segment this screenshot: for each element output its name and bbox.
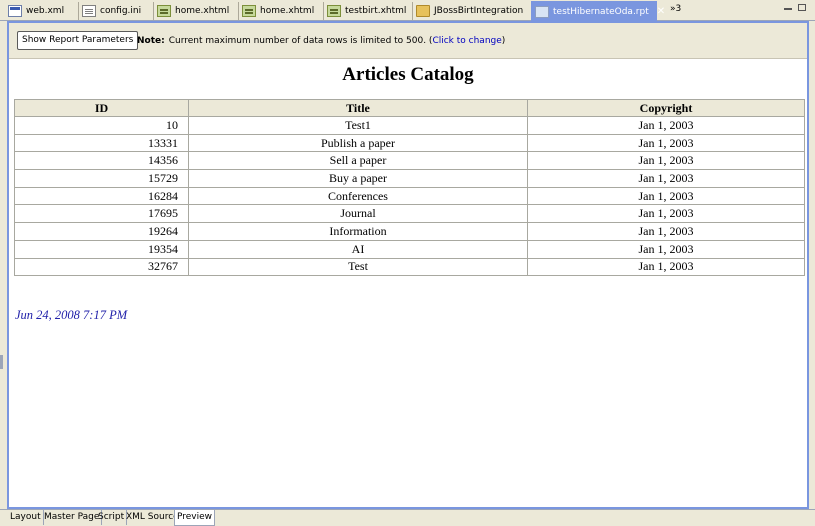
- folder-icon: [416, 5, 430, 17]
- tab-master-page[interactable]: Master Page: [42, 510, 103, 525]
- cell-title: Sell a paper: [188, 151, 528, 171]
- cell-title: Journal: [188, 204, 528, 224]
- note-text: Current maximum number of data rows is l…: [168, 36, 433, 46]
- report-footer-date: Jun 24, 2008 7:17 PM: [15, 308, 128, 322]
- cell-copyright: Jan 1, 2003: [527, 186, 805, 206]
- report-preview-pane: Show Report Parameters Note: Current maxi…: [7, 21, 809, 509]
- column-header-copyright: Copyright: [527, 99, 805, 117]
- sash-handle[interactable]: [0, 355, 3, 369]
- tab-label: testbirt.xhtml: [345, 6, 407, 16]
- close-icon[interactable]: ✕: [657, 6, 665, 17]
- tab-preview[interactable]: Preview: [174, 510, 216, 526]
- tab-label: home.xhtml: [175, 6, 230, 16]
- column-header-title: Title: [188, 99, 528, 117]
- table-row: 10 Test1 Jan 1, 2003: [14, 116, 805, 135]
- cell-title: Conferences: [188, 186, 528, 206]
- click-to-change-link[interactable]: Click to change: [432, 36, 501, 46]
- cell-id: 19354: [14, 239, 189, 259]
- table-row: 19354 AI Jan 1, 2003: [14, 239, 805, 259]
- cell-id: 16284: [14, 186, 189, 206]
- tab-layout[interactable]: Layout: [8, 510, 44, 525]
- cell-title: Test1: [188, 116, 528, 135]
- table-row: 16284 Conferences Jan 1, 2003: [14, 186, 805, 206]
- note-end: ): [501, 36, 506, 46]
- page-tab-bar: Layout Master Page Script XML Source Pre…: [0, 509, 815, 526]
- table-row: 15729 Buy a paper Jan 1, 2003: [14, 169, 805, 188]
- note-label: Note:: [137, 36, 165, 46]
- maximize-icon[interactable]: [798, 4, 806, 11]
- tab-testhibernateoda-rpt[interactable]: testHibernateOda.rpt ✕: [531, 1, 665, 21]
- tab-web-xml[interactable]: web.xml: [5, 2, 77, 20]
- cell-copyright: Jan 1, 2003: [527, 169, 805, 188]
- tab-home-xhtml-2[interactable]: home.xhtml: [238, 2, 322, 20]
- tab-label: JBossBirtIntegration: [434, 6, 524, 16]
- cell-copyright: Jan 1, 2003: [527, 257, 805, 277]
- report-file-icon: [535, 5, 549, 18]
- cell-copyright: Jan 1, 2003: [527, 116, 805, 135]
- xhtml-file-icon: [242, 5, 256, 17]
- tab-config-ini[interactable]: config.ini: [78, 2, 152, 20]
- cell-id: 32767: [14, 257, 189, 277]
- report-title: Articles Catalog: [342, 64, 474, 85]
- tab-label: config.ini: [100, 6, 142, 16]
- cell-copyright: Jan 1, 2003: [527, 133, 805, 153]
- cell-id: 19264: [14, 222, 189, 241]
- ini-file-icon: [82, 5, 96, 17]
- table-row: 32767 Test Jan 1, 2003: [14, 257, 805, 277]
- tab-testbirt-xhtml[interactable]: testbirt.xhtml: [323, 2, 411, 20]
- cell-copyright: Jan 1, 2003: [527, 204, 805, 224]
- tab-script[interactable]: Script: [96, 510, 128, 525]
- editor-tab-bar: web.xml config.ini home.xhtml home.xhtml…: [0, 0, 815, 21]
- cell-id: 10: [14, 116, 189, 135]
- tab-jbossbirtintegration[interactable]: JBossBirtIntegration: [412, 2, 530, 20]
- cell-title: Test: [188, 257, 528, 277]
- articles-table: ID Title Copyright 10 Test1 Jan 1, 2003 …: [14, 99, 805, 277]
- tab-label: web.xml: [26, 6, 65, 16]
- table-row: 17695 Journal Jan 1, 2003: [14, 204, 805, 224]
- cell-id: 15729: [14, 169, 189, 188]
- table-row: 13331 Publish a paper Jan 1, 2003: [14, 133, 805, 153]
- tab-label: testHibernateOda.rpt: [553, 6, 649, 17]
- cell-id: 17695: [14, 204, 189, 224]
- cell-copyright: Jan 1, 2003: [527, 239, 805, 259]
- cell-title: Buy a paper: [188, 169, 528, 188]
- show-report-parameters-button[interactable]: Show Report Parameters: [17, 31, 139, 50]
- xhtml-file-icon: [327, 5, 341, 17]
- cell-copyright: Jan 1, 2003: [527, 222, 805, 241]
- cell-title: Publish a paper: [188, 133, 528, 153]
- column-header-id: ID: [14, 99, 189, 117]
- cell-id: 13331: [14, 133, 189, 153]
- report-toolbar: Show Report Parameters Note: Current maxi…: [9, 23, 807, 59]
- cell-copyright: Jan 1, 2003: [527, 151, 805, 171]
- table-header-row: ID Title Copyright: [14, 99, 805, 117]
- table-row: 14356 Sell a paper Jan 1, 2003: [14, 151, 805, 171]
- minimize-icon[interactable]: [784, 6, 792, 10]
- tab-label: home.xhtml: [260, 6, 315, 16]
- cell-id: 14356: [14, 151, 189, 171]
- cell-title: Information: [188, 222, 528, 241]
- xhtml-file-icon: [157, 5, 171, 17]
- tab-home-xhtml-1[interactable]: home.xhtml: [153, 2, 237, 20]
- table-row: 19264 Information Jan 1, 2003: [14, 222, 805, 241]
- xml-file-icon: [8, 5, 22, 17]
- cell-title: AI: [188, 239, 528, 259]
- row-limit-note: Note: Current maximum number of data rows…: [137, 36, 505, 46]
- tab-overflow-button[interactable]: »3: [670, 4, 681, 14]
